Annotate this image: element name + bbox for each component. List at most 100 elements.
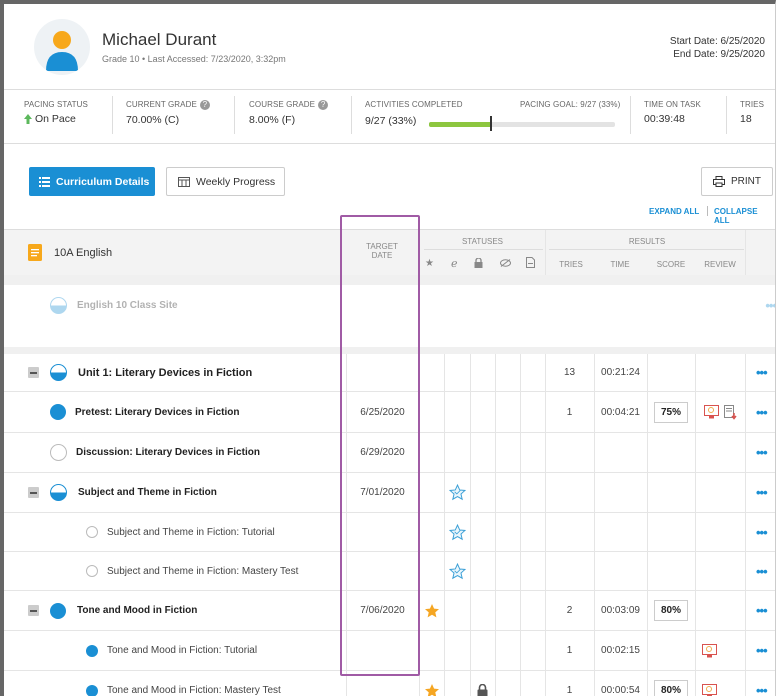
link-header-icon: ℯ <box>451 258 458 270</box>
avatar <box>34 19 90 75</box>
column-divider <box>647 513 648 551</box>
column-divider <box>495 591 496 630</box>
more-options-icon[interactable]: ••• <box>765 298 775 313</box>
pacing-status-label: PACING STATUS <box>24 100 88 109</box>
print-button[interactable]: PRINT <box>701 167 773 196</box>
column-divider <box>470 552 471 590</box>
column-divider <box>745 354 746 391</box>
column-divider <box>520 433 521 472</box>
divider <box>112 96 113 134</box>
column-divider <box>647 631 648 670</box>
collapse-icon[interactable] <box>28 487 39 498</box>
column-divider <box>695 354 696 391</box>
row-title[interactable]: Subject and Theme in Fiction <box>78 487 217 498</box>
more-options-icon[interactable]: ••• <box>756 683 768 696</box>
weekly-progress-label: Weekly Progress <box>196 175 276 188</box>
download-report-icon[interactable] <box>723 404 737 420</box>
column-divider <box>695 552 696 590</box>
current-grade: CURRENT GRADE? 70.00% (C) <box>126 100 210 126</box>
printer-icon <box>713 176 725 187</box>
review-screen-icon[interactable] <box>701 643 717 658</box>
help-icon[interactable]: ? <box>318 100 329 110</box>
weekly-progress-button[interactable]: Weekly Progress <box>166 167 285 196</box>
collapse-all-link[interactable]: COLLAPSE ALL <box>714 207 775 225</box>
expand-all-link[interactable]: EXPAND ALL <box>649 207 699 216</box>
curriculum-details-button[interactable]: Curriculum Details <box>29 167 155 196</box>
review-screen-icon[interactable] <box>701 683 717 696</box>
review-column-header: REVIEW <box>704 260 736 269</box>
score-badge[interactable]: 80% <box>653 600 688 621</box>
hidden-header-icon <box>500 259 511 267</box>
divider <box>545 230 546 276</box>
end-date: End Date: 9/25/2020 <box>673 49 765 60</box>
student-name: Michael Durant <box>102 30 217 49</box>
row-title[interactable]: Discussion: Literary Devices in Fiction <box>76 447 260 458</box>
column-divider <box>520 631 521 670</box>
row-title[interactable]: Unit 1: Literary Devices in Fiction <box>78 367 252 379</box>
tries-value: 18 <box>740 113 752 125</box>
star-outline-icon <box>448 562 466 579</box>
tries-value: 1 <box>566 406 573 418</box>
more-options-icon[interactable]: ••• <box>756 405 768 420</box>
column-divider <box>470 392 471 432</box>
column-divider <box>695 473 696 512</box>
column-divider <box>745 513 746 551</box>
tries-value: 1 <box>566 685 573 696</box>
column-divider <box>520 552 521 590</box>
time-on-task-value: 00:39:48 <box>644 113 685 125</box>
more-options-icon[interactable]: ••• <box>756 485 768 500</box>
more-options-icon[interactable]: ••• <box>756 643 768 658</box>
column-divider <box>495 631 496 670</box>
pacing-goal-marker <box>490 116 493 131</box>
column-divider <box>470 591 471 630</box>
more-options-icon[interactable]: ••• <box>756 603 768 618</box>
document-icon <box>28 244 42 261</box>
completed-icon <box>50 404 66 420</box>
more-options-icon[interactable]: ••• <box>756 525 768 540</box>
star-header-icon: ★ <box>425 258 434 269</box>
more-options-icon[interactable]: ••• <box>756 564 768 579</box>
target-date-highlight-box <box>340 215 420 676</box>
column-divider <box>495 552 496 590</box>
row-title[interactable]: Subject and Theme in Fiction: Tutorial <box>107 527 275 538</box>
course-grade-value: 8.00% (F) <box>249 114 296 126</box>
row-title[interactable]: Subject and Theme in Fiction: Mastery Te… <box>107 566 298 577</box>
header-divider <box>4 89 775 90</box>
file-header-icon <box>526 257 535 268</box>
column-divider <box>495 354 496 391</box>
column-divider <box>745 552 746 590</box>
not-started-icon <box>50 444 67 461</box>
column-divider <box>745 473 746 512</box>
more-options-icon[interactable]: ••• <box>756 445 768 460</box>
score-badge[interactable]: 80% <box>653 680 688 696</box>
current-grade-label: CURRENT GRADE <box>126 100 197 110</box>
row-title[interactable]: Tone and Mood in Fiction: Tutorial <box>107 645 257 656</box>
score-badge[interactable]: 75% <box>653 401 688 423</box>
pacing-goal-label: PACING GOAL: 9/27 (33%) <box>520 100 621 109</box>
divider <box>424 249 543 250</box>
start-date: Start Date: 6/25/2020 <box>669 36 765 47</box>
column-divider <box>470 631 471 670</box>
divider <box>726 96 727 134</box>
more-options-icon[interactable]: ••• <box>756 365 768 380</box>
row-title[interactable]: Pretest: Literary Devices in Fiction <box>75 407 240 418</box>
column-divider <box>520 473 521 512</box>
divider <box>549 249 744 250</box>
current-grade-value: 70.00% (C) <box>126 114 180 126</box>
collapse-icon[interactable] <box>28 605 39 616</box>
not-started-icon <box>86 526 98 538</box>
completed-icon <box>86 684 98 696</box>
review-screen-icon[interactable] <box>703 405 719 419</box>
star-filled-icon <box>424 603 439 617</box>
pacing-status: PACING STATUS On Pace <box>24 100 88 125</box>
half-progress-icon <box>50 296 67 314</box>
collapse-icon[interactable] <box>28 367 39 378</box>
column-divider <box>495 513 496 551</box>
help-icon[interactable]: ? <box>199 100 210 110</box>
completed-icon <box>86 644 98 657</box>
column-divider <box>520 671 521 696</box>
column-divider <box>745 392 746 432</box>
row-title[interactable]: Tone and Mood in Fiction: Mastery Test <box>107 685 281 696</box>
divider <box>234 96 235 134</box>
row-title[interactable]: Tone and Mood in Fiction <box>77 605 197 616</box>
